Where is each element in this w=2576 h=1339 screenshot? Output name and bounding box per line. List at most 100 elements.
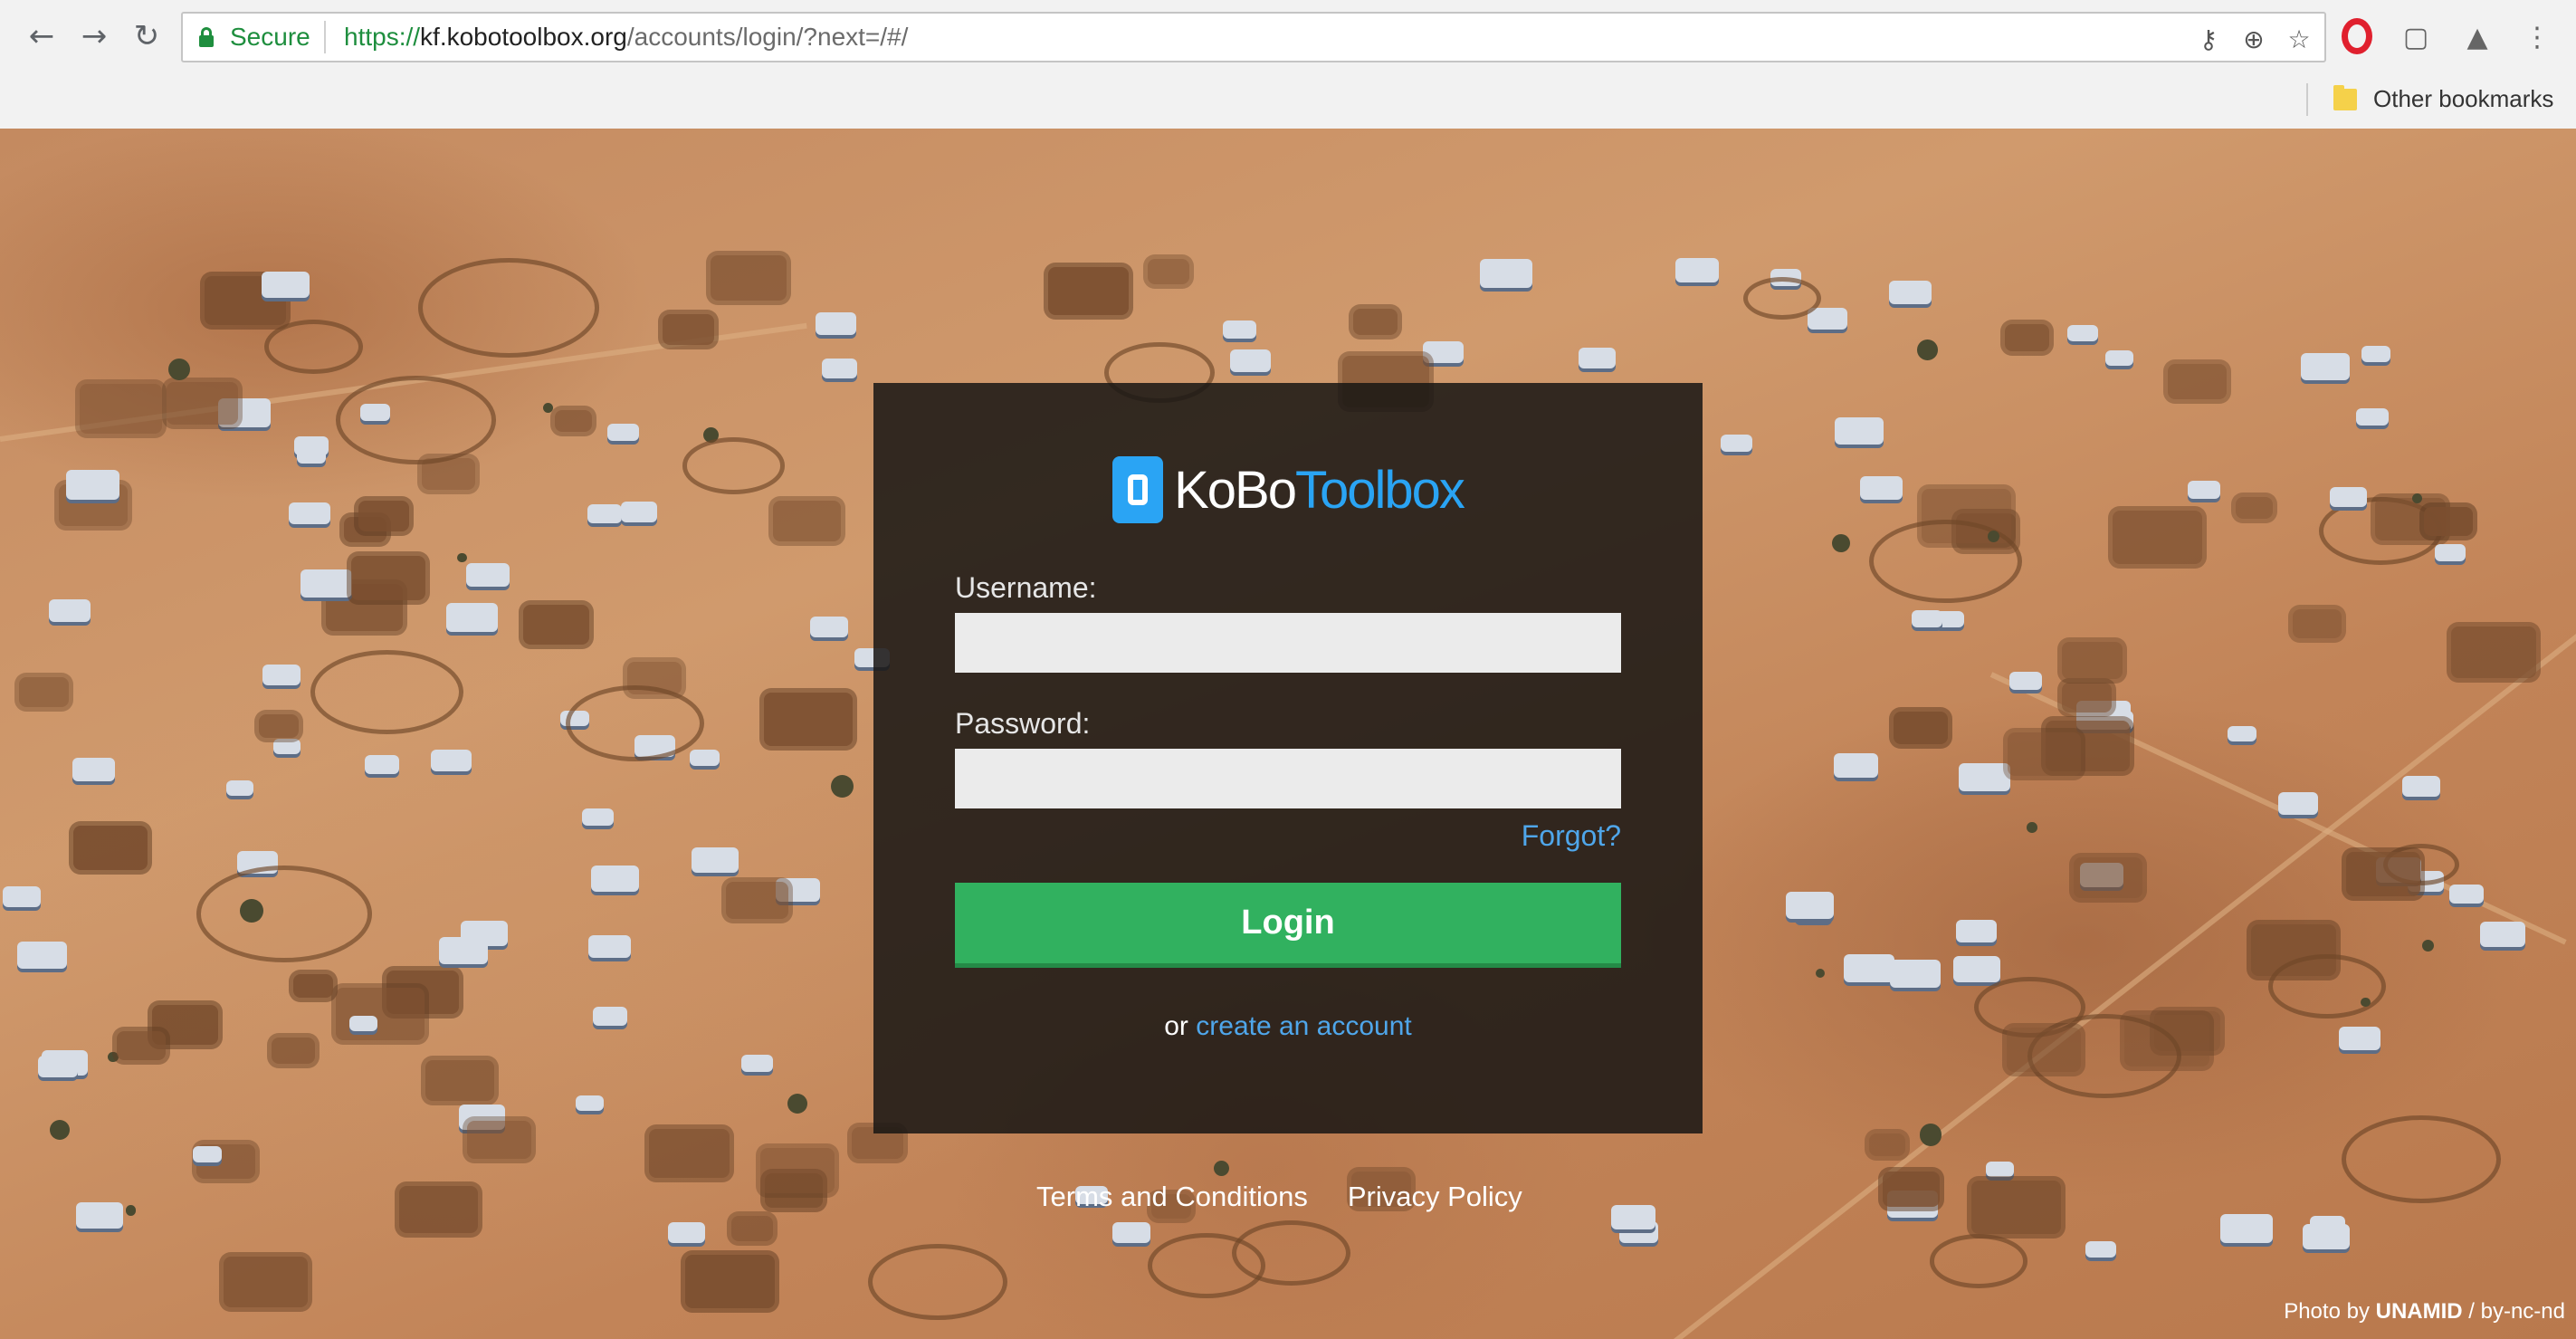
reload-icon[interactable]: ↻	[123, 13, 170, 60]
mud-hut	[116, 1030, 167, 1061]
mud-hut	[522, 604, 590, 645]
kobo-logo-icon	[1112, 456, 1164, 523]
shelter-tarp	[2105, 349, 2133, 366]
shelter-tarp	[66, 470, 119, 500]
tree	[542, 402, 553, 413]
shelter-tarp	[2220, 1213, 2274, 1243]
credit-org[interactable]: UNAMID	[2376, 1299, 2463, 1324]
tree	[1831, 533, 1850, 552]
shelter-tarp	[2356, 407, 2390, 426]
browser-chrome: ← → ↻ Secure https://kf.kobotoolbox.org/…	[0, 0, 2576, 129]
shelter-tarp	[17, 942, 67, 969]
shelter-tarp	[1959, 762, 2010, 792]
shelter-tarp	[226, 780, 254, 796]
mud-hut	[2450, 626, 2537, 678]
fence-ring	[868, 1243, 1007, 1321]
shelter-tarp	[1859, 475, 1903, 500]
shelter-tarp	[2085, 1240, 2116, 1258]
shelter-tarp	[1912, 609, 1942, 627]
menu-kebab-icon[interactable]: ⋮	[2516, 16, 2558, 58]
mud-hut	[2004, 324, 2050, 351]
tree	[1919, 1123, 1942, 1146]
shelter-tarp	[2227, 725, 2257, 742]
logo-toolbox-text: Toolbox	[1294, 460, 1465, 520]
kobotoolbox-logo: KoBoToolbox	[873, 454, 1703, 526]
tree	[167, 359, 190, 381]
key-icon[interactable]: ⚷	[2190, 21, 2227, 57]
mud-hut	[272, 1037, 316, 1064]
mud-hut	[166, 381, 239, 426]
mud-hut	[725, 881, 788, 920]
tree	[830, 774, 854, 798]
mud-hut	[2007, 1027, 2081, 1072]
shelter-tarp	[300, 569, 352, 598]
mud-hut	[2074, 857, 2142, 899]
shelter-tarp	[1952, 956, 2000, 982]
mud-hut	[1970, 1180, 2062, 1235]
terms-link[interactable]: Terms and Conditions	[1036, 1181, 1308, 1212]
browser-toolbar: ← → ↻ Secure https://kf.kobotoolbox.org/…	[0, 0, 2576, 74]
shelter-tarp	[1833, 752, 1878, 778]
login-button[interactable]: Login	[955, 883, 1621, 968]
shelter-tarp	[1834, 416, 1884, 445]
mud-hut	[2424, 507, 2473, 537]
privacy-link[interactable]: Privacy Policy	[1348, 1181, 1522, 1212]
mud-hut	[425, 1060, 494, 1102]
shelter-tarp	[810, 617, 848, 638]
shelter-tarp	[289, 502, 330, 525]
pdf-extension-icon[interactable]: ▢	[2395, 16, 2437, 58]
credit-license[interactable]: / by-nc-nd	[2468, 1299, 2565, 1324]
shelter-tarp	[2338, 1027, 2380, 1050]
shelter-tarp	[2009, 672, 2043, 691]
shelter-tarp	[1785, 892, 1835, 919]
tree	[1213, 1160, 1229, 1177]
shelter-tarp	[1720, 434, 1752, 452]
other-bookmarks[interactable]: Other bookmarks	[2373, 85, 2553, 113]
security-indicator[interactable]: Secure	[230, 23, 310, 52]
password-label: Password:	[955, 707, 1091, 740]
back-icon[interactable]: ←	[18, 13, 65, 60]
shelter-tarp	[2361, 345, 2391, 362]
shelter-tarp	[49, 598, 91, 622]
tree	[1816, 969, 1826, 979]
fence-ring	[1743, 276, 1821, 320]
shelter-tarp	[262, 665, 301, 686]
shelter-tarp	[588, 934, 632, 959]
zoom-icon[interactable]: ⊕	[2236, 21, 2272, 57]
mud-hut	[555, 409, 593, 433]
password-field[interactable]	[955, 749, 1621, 808]
tree	[787, 1093, 808, 1114]
mud-hut	[350, 555, 426, 601]
shelter-tarp	[431, 749, 472, 772]
fence-ring	[2267, 953, 2386, 1019]
shelter-tarp	[587, 504, 622, 523]
shelter-tarp	[2301, 352, 2351, 380]
address-bar[interactable]: Secure https://kf.kobotoolbox.org/accoun…	[181, 12, 2326, 62]
shelter-tarp	[262, 271, 310, 298]
tree	[2411, 493, 2423, 503]
fence-ring	[263, 319, 364, 374]
shelter-tarp	[364, 754, 400, 774]
shelter-tarp	[606, 423, 639, 442]
create-account-link[interactable]: create an account	[1196, 1011, 1412, 1041]
star-icon[interactable]: ☆	[2281, 21, 2317, 57]
opera-extension-icon[interactable]	[2342, 18, 2372, 54]
forward-icon[interactable]: →	[71, 13, 118, 60]
mud-hut	[2008, 732, 2081, 776]
forgot-password-link[interactable]: Forgot?	[1522, 819, 1621, 853]
shelter-tarp	[2479, 921, 2525, 947]
shelter-tarp	[2329, 486, 2368, 508]
tree	[240, 899, 263, 923]
tree	[2361, 997, 2371, 1008]
folder-icon	[2333, 85, 2357, 110]
url-text[interactable]: https://kf.kobotoolbox.org/accounts/logi…	[344, 23, 908, 52]
shelter-tarp	[2449, 885, 2484, 904]
tree	[49, 1120, 70, 1141]
shelter-tarp	[1889, 959, 1942, 988]
username-field[interactable]	[955, 613, 1621, 673]
shelter-tarp	[575, 1095, 604, 1111]
shield-extension-icon[interactable]: ▲	[2457, 16, 2498, 58]
shelter-tarp	[1222, 320, 1256, 339]
mud-hut	[2061, 682, 2113, 713]
mud-hut	[358, 501, 410, 531]
